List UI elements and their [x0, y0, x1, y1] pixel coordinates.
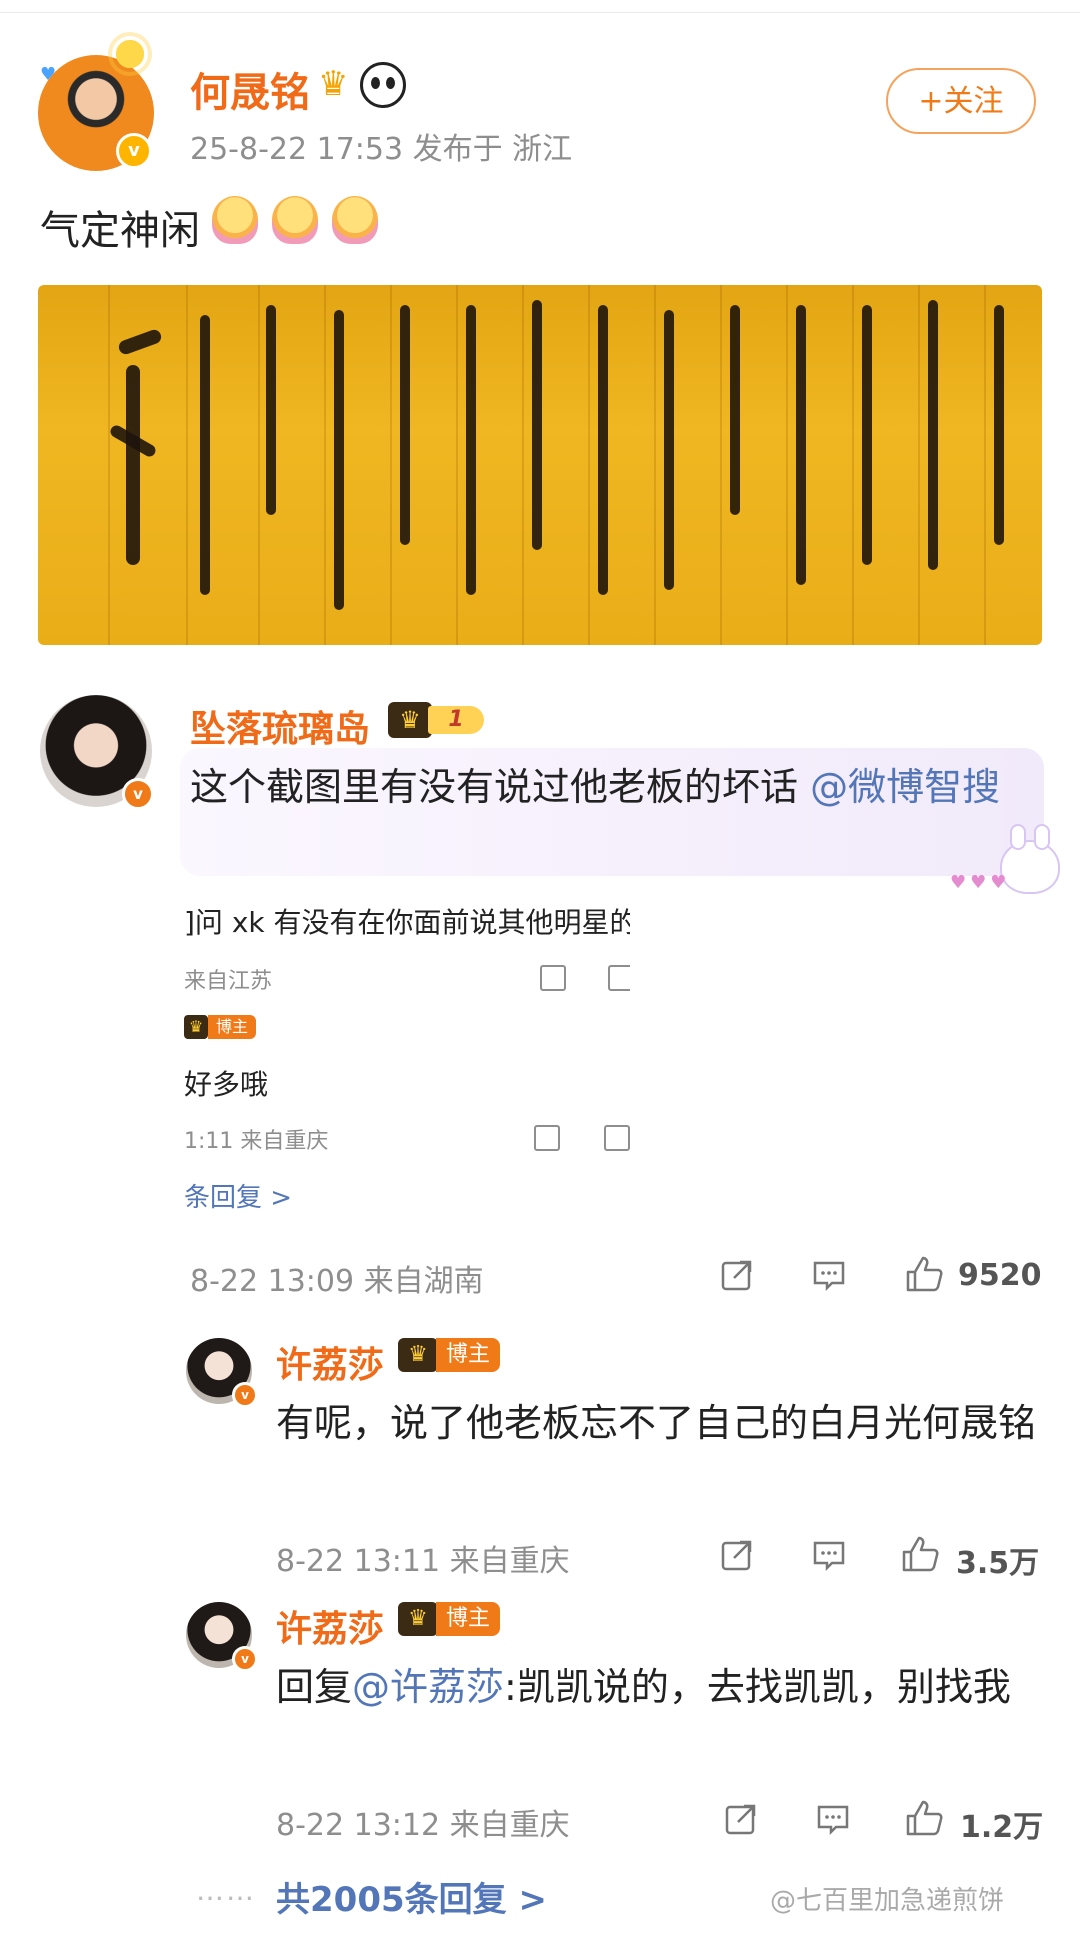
crown-icon: ♛ [398, 1338, 438, 1372]
smile-emoji-icon [212, 196, 258, 244]
mention-link[interactable]: @许荔莎 [352, 1665, 504, 1709]
like-icon[interactable] [900, 1534, 940, 1574]
share-icon[interactable] [720, 1258, 754, 1292]
comment-icon[interactable] [816, 1802, 850, 1836]
reply-meta: 8-22 13:11 来自重庆 [276, 1544, 570, 1579]
badge-label: 博主 [436, 1602, 501, 1636]
post-text: 气定神闲 [40, 208, 200, 254]
emoji-row [212, 196, 392, 248]
dotted-divider: …… [196, 1874, 256, 1907]
crown-badge-icon: ♛ [318, 64, 349, 104]
like-count: 9520 [958, 1258, 1042, 1293]
badge-label: 博主 [436, 1338, 501, 1372]
embedded-text: 好多哦 [184, 1068, 269, 1101]
embedded-text: ]问 xk 有没有在你面前说其他明星的 [184, 906, 630, 939]
like-count: 1.2万 [960, 1810, 1044, 1845]
verified-badge-icon: v [232, 1646, 258, 1672]
embedded-replies-link: 条回复 > [184, 1183, 293, 1213]
sun-decoration-icon [112, 36, 148, 72]
embedded-screenshot[interactable]: ]问 xk 有没有在你面前说其他明星的 来自江苏 ♛ 博主 好多哦 1:11 来自… [184, 895, 630, 1215]
level-number: 1 [428, 706, 484, 734]
heart-decoration-icon: ♥ [40, 64, 57, 85]
reply-text: 回复@许荔莎:凯凯说的，去找凯凯，别找我 [276, 1656, 1080, 1718]
smile-emoji-icon [332, 196, 378, 244]
commenter-name[interactable]: 坠落琉璃岛 [190, 700, 370, 752]
hearts-decoration-icon: ♥♥♥ [950, 872, 1011, 893]
reply-prefix: 回复 [276, 1665, 353, 1709]
calligraphy-image[interactable] [38, 285, 1042, 645]
like-count: 3.5万 [956, 1546, 1040, 1581]
share-icon[interactable] [724, 1802, 758, 1836]
comment-icon[interactable] [812, 1538, 846, 1572]
follow-button[interactable]: +关注 [886, 68, 1036, 134]
comment-text-body: 这个截图里有没有说过他老板的坏话 [190, 765, 799, 809]
embedded-badge-row: ♛ 博主 [184, 1015, 257, 1039]
author-name[interactable]: 何晟铭 [190, 60, 310, 118]
embedded-badge: 博主 [208, 1015, 257, 1039]
reply-text: 有呢，说了他老板忘不了自己的白月光何晟铭 [276, 1401, 1037, 1445]
replier-badge: ♛ 博主 [398, 1602, 501, 1636]
mention-link[interactable]: @微博智搜 [810, 765, 1000, 809]
comment-icon[interactable] [812, 1258, 846, 1292]
comment-icon [604, 1125, 630, 1151]
share-icon[interactable] [720, 1538, 754, 1572]
share-icon [534, 1125, 560, 1151]
smile-emoji-icon [272, 196, 318, 244]
reply-meta: 8-22 13:12 来自重庆 [276, 1808, 570, 1843]
replier-badge: ♛ 博主 [398, 1338, 501, 1372]
embedded-meta: 来自江苏 [184, 969, 273, 994]
top-divider [0, 0, 1080, 13]
crown-icon: ♛ [398, 1602, 438, 1636]
comment-text: 这个截图里有没有说过他老板的坏话 @微博智搜 [190, 756, 1020, 818]
total-replies-link[interactable]: 共2005条回复 > [276, 1872, 547, 1921]
crown-icon: ♛ [184, 1015, 208, 1039]
comment-meta: 8-22 13:09 来自湖南 [190, 1264, 484, 1299]
reply-body: :凯凯说的，去找凯凯，别找我 [504, 1665, 1011, 1709]
verified-badge-icon: v [116, 133, 152, 169]
panda-badge-icon [360, 62, 406, 108]
embedded-meta: 1:11 来自重庆 [184, 1129, 329, 1154]
like-icon[interactable] [904, 1254, 944, 1294]
post-meta: 25-8-22 17:53 发布于 浙江 [190, 132, 573, 167]
like-icon[interactable] [904, 1798, 944, 1838]
level-badge: ♛ 1 [388, 702, 488, 738]
crown-icon: ♛ [388, 702, 432, 738]
replier-name[interactable]: 许荔莎 [276, 1336, 384, 1388]
comment-icon [608, 965, 630, 991]
verified-badge-icon: v [122, 778, 154, 810]
share-icon [540, 965, 566, 991]
verified-badge-icon: v [232, 1382, 258, 1408]
watermark: @七百里加急递煎饼 [770, 1886, 1005, 1916]
replier-name[interactable]: 许荔莎 [276, 1600, 384, 1652]
